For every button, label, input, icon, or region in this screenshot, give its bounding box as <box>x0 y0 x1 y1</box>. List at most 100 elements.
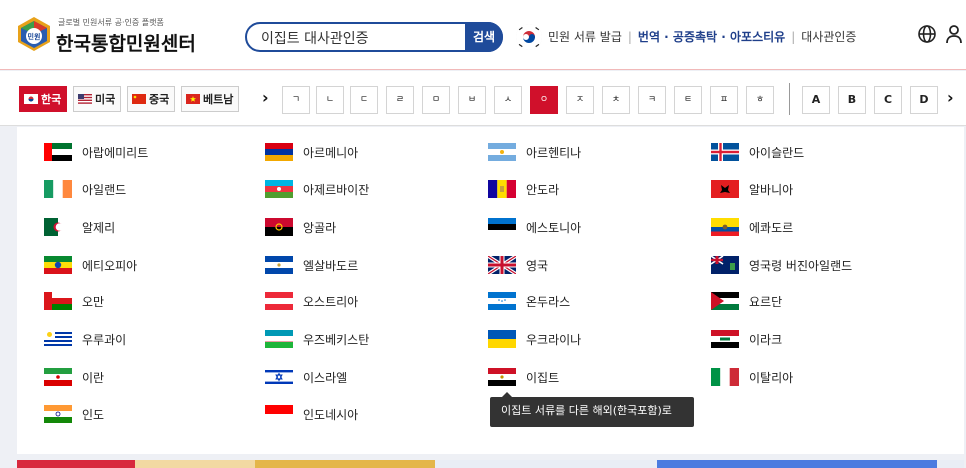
search-button[interactable]: 검색 <box>465 22 503 52</box>
country-item[interactable]: 앙골라 <box>265 217 336 237</box>
flag-icon <box>488 256 516 274</box>
lang-tab-label: 미국 <box>95 93 116 106</box>
country-item[interactable]: 이스라엘 <box>265 367 347 387</box>
country-label: 에티오피아 <box>82 258 138 273</box>
lang-tab-vietnam[interactable]: 베트남 <box>181 86 239 112</box>
consonant-button[interactable]: ㄷ <box>350 86 378 114</box>
lang-tab-china[interactable]: 중국 <box>127 86 175 112</box>
country-item[interactable]: 안도라 <box>488 179 559 199</box>
country-label: 이탈리아 <box>749 370 794 385</box>
country-item[interactable]: 아르메니아 <box>265 142 358 162</box>
country-label: 에스토니아 <box>526 220 582 235</box>
flag-icon <box>265 143 293 161</box>
flag-icon <box>488 143 516 161</box>
consonant-button[interactable]: ㅍ <box>710 86 738 114</box>
country-item[interactable]: 에콰도르 <box>711 217 793 237</box>
country-item[interactable]: 이란 <box>44 367 104 387</box>
logo-title[interactable]: 한국통합민원센터 <box>56 29 196 56</box>
country-item[interactable]: 알제리 <box>44 217 115 237</box>
translate-link[interactable]: 번역 · 공증촉탁 · 아포스티유 <box>638 30 785 44</box>
issue-link[interactable]: 민원 서류 발급 <box>548 30 622 44</box>
country-item[interactable]: 영국 <box>488 255 548 275</box>
embassy-link[interactable]: 대사관인증 <box>801 30 856 44</box>
flag-icon <box>711 368 739 386</box>
country-label: 오스트리아 <box>303 294 359 309</box>
consonant-button[interactable]: ㄴ <box>316 86 344 114</box>
country-item[interactable]: 아이슬란드 <box>711 142 804 162</box>
country-item[interactable]: 온두라스 <box>488 291 570 311</box>
country-item[interactable]: 알바니아 <box>711 179 793 199</box>
flag-icon <box>44 218 72 236</box>
country-item[interactable]: 엘살바도르 <box>265 255 358 275</box>
consonant-button[interactable]: ㅁ <box>422 86 450 114</box>
flag-icon <box>265 218 293 236</box>
consonant-button[interactable]: ㅊ <box>602 86 630 114</box>
country-label: 인도네시아 <box>303 407 359 422</box>
country-item[interactable]: 우루과이 <box>44 329 126 349</box>
country-item[interactable]: 영국령 버진아일랜드 <box>711 255 852 275</box>
consonant-button[interactable]: ㅋ <box>638 86 666 114</box>
korea-flag-icon[interactable] <box>516 24 542 50</box>
flag-icon <box>44 180 72 198</box>
country-item[interactable]: 이집트 <box>488 367 559 387</box>
user-icon[interactable] <box>945 24 963 44</box>
alphabet-button[interactable]: C <box>874 86 902 114</box>
logo-icon[interactable]: 민원 <box>16 16 52 52</box>
flag-icon <box>44 368 72 386</box>
country-item[interactable]: 인도네시아 <box>265 404 358 424</box>
consonant-button[interactable]: ㅈ <box>566 86 594 114</box>
country-item[interactable]: 에티오피아 <box>44 255 137 275</box>
flag-icon <box>265 256 293 274</box>
search-input[interactable] <box>261 28 461 48</box>
promo-banner[interactable] <box>17 460 964 468</box>
flag-icon <box>265 292 293 310</box>
consonant-button[interactable]: ㅂ <box>458 86 486 114</box>
country-label: 온두라스 <box>526 294 571 309</box>
country-label: 안도라 <box>526 182 560 197</box>
lang-tab-usa[interactable]: 미국 <box>73 86 121 112</box>
country-item[interactable]: 아르헨티나 <box>488 142 581 162</box>
country-label: 아제르바이잔 <box>303 182 370 197</box>
consonant-button[interactable]: ㄱ <box>282 86 310 114</box>
country-label: 인도 <box>82 407 105 422</box>
country-item[interactable]: 인도 <box>44 404 104 424</box>
chevron-right-icon[interactable]: › <box>947 88 954 107</box>
consonant-button[interactable]: ㅅ <box>494 86 522 114</box>
flag-icon <box>488 330 516 348</box>
country-item[interactable]: 이라크 <box>711 329 782 349</box>
country-item[interactable]: 우즈베키스탄 <box>265 329 369 349</box>
lang-tab-korea[interactable]: 한국 <box>19 86 67 112</box>
country-item[interactable]: 에스토니아 <box>488 217 581 237</box>
flag-icon <box>488 218 516 236</box>
alphabet-button[interactable]: D <box>910 86 938 114</box>
consonant-button[interactable]: ㅎ <box>746 86 774 114</box>
globe-icon[interactable] <box>917 24 937 44</box>
country-item[interactable]: 우크라이나 <box>488 329 581 349</box>
flag-icon <box>711 218 739 236</box>
chevron-right-icon[interactable]: › <box>262 88 269 107</box>
consonant-button[interactable]: ㅌ <box>674 86 702 114</box>
country-label: 우루과이 <box>82 332 127 347</box>
alphabet-button[interactable]: B <box>838 86 866 114</box>
country-item[interactable]: 아일랜드 <box>44 179 126 199</box>
flag-icon <box>711 143 739 161</box>
alphabet-button[interactable]: A <box>802 86 830 114</box>
lang-tab-label: 한국 <box>41 93 62 106</box>
flag-icon <box>711 330 739 348</box>
divider <box>789 83 790 115</box>
usa-flag-icon <box>78 94 92 104</box>
country-item[interactable]: 아랍에미리트 <box>44 142 148 162</box>
tooltip: 이집트 서류를 다른 해외(한국포함)로 <box>490 392 694 427</box>
country-item[interactable]: 오만 <box>44 291 104 311</box>
country-label: 우즈베키스탄 <box>303 332 370 347</box>
country-item[interactable]: 오스트리아 <box>265 291 358 311</box>
country-label: 알제리 <box>82 220 116 235</box>
consonant-button[interactable]: ㄹ <box>386 86 414 114</box>
country-label: 이집트 <box>526 370 560 385</box>
country-item[interactable]: 아제르바이잔 <box>265 179 369 199</box>
divider: | <box>791 30 796 44</box>
country-item[interactable]: 이탈리아 <box>711 367 793 387</box>
consonant-button[interactable]: ㅇ <box>530 86 558 114</box>
country-item[interactable]: 요르단 <box>711 291 782 311</box>
vietnam-flag-icon <box>186 94 200 104</box>
